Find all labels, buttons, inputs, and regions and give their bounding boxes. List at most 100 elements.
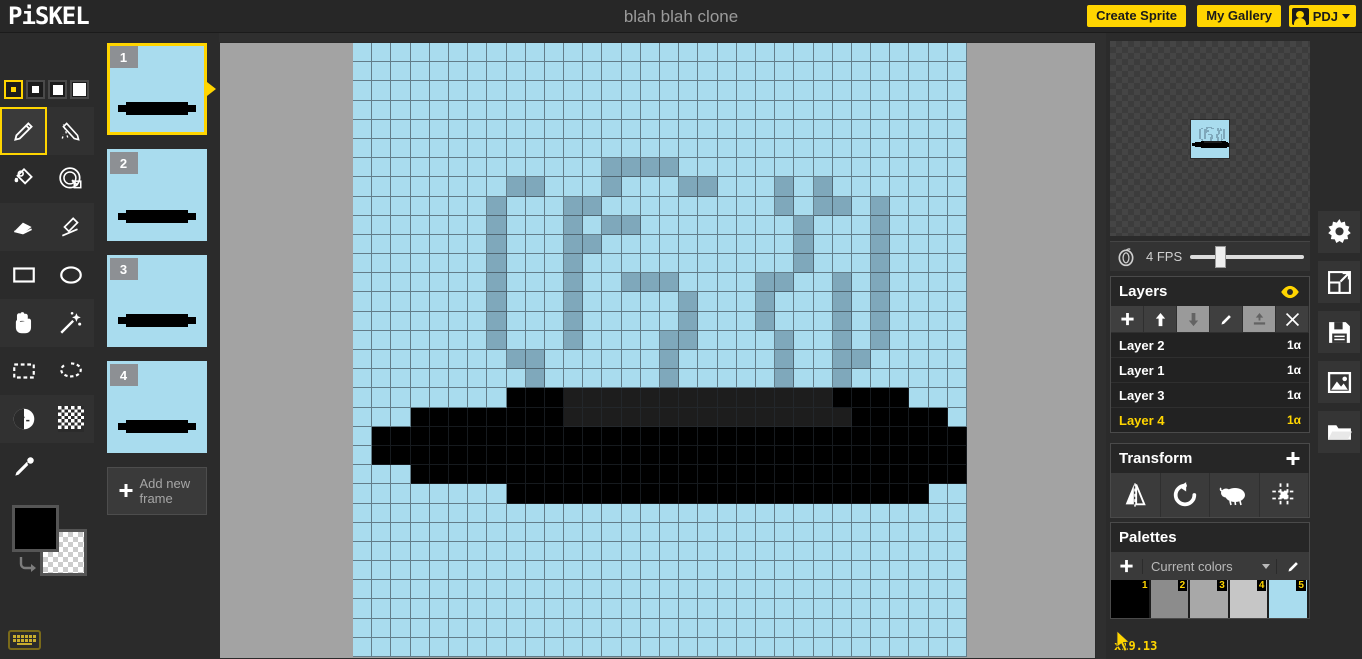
pixel-cell[interactable]	[698, 254, 718, 274]
pixel-cell[interactable]	[621, 196, 641, 216]
pixel-cell[interactable]	[928, 350, 948, 370]
pixel-cell[interactable]	[429, 580, 449, 600]
dithering-tool[interactable]	[47, 395, 94, 443]
pixel-cell[interactable]	[813, 100, 833, 120]
pen-size-1-button[interactable]	[4, 80, 23, 99]
pixel-cell[interactable]	[928, 637, 948, 657]
pixel-cell[interactable]	[372, 426, 392, 446]
pixel-cell[interactable]	[755, 445, 776, 466]
pixel-cell[interactable]	[832, 138, 852, 159]
pixel-cell[interactable]	[640, 522, 660, 542]
pixel-cell[interactable]	[564, 465, 584, 485]
frame-thumbnail-2[interactable]: 2	[106, 149, 207, 241]
pixel-cell[interactable]	[429, 484, 449, 504]
pixel-cell[interactable]	[736, 445, 756, 466]
pixel-cell[interactable]	[353, 407, 373, 427]
pixel-cell[interactable]	[429, 292, 449, 312]
pixel-cell[interactable]	[794, 62, 814, 82]
rotate-button[interactable]	[1161, 473, 1210, 517]
pixel-cell[interactable]	[468, 618, 488, 638]
pixel-cell[interactable]	[468, 81, 488, 101]
edit-palette-button[interactable]	[1277, 559, 1309, 574]
pixel-cell[interactable]	[391, 196, 411, 216]
pixel-cell[interactable]	[909, 522, 929, 542]
pixel-cell[interactable]	[928, 43, 948, 63]
pixel-cell[interactable]	[506, 100, 526, 120]
pixel-cell[interactable]	[640, 254, 660, 274]
lighten-tool[interactable]	[0, 395, 47, 443]
pixel-cell[interactable]	[928, 100, 948, 120]
pixel-cell[interactable]	[909, 388, 929, 408]
pixel-cell[interactable]	[583, 177, 603, 197]
pixel-cell[interactable]	[544, 580, 565, 600]
pixel-cell[interactable]	[468, 503, 488, 523]
pixel-cell[interactable]	[947, 465, 967, 485]
pixel-cell[interactable]	[698, 311, 718, 331]
pixel-cell[interactable]	[602, 234, 622, 255]
pixel-cell[interactable]	[372, 369, 392, 389]
pixel-cell[interactable]	[429, 254, 449, 274]
pixel-cell[interactable]	[832, 311, 852, 331]
pixel-cell[interactable]	[755, 311, 776, 331]
pixel-cell[interactable]	[564, 234, 584, 255]
pixel-cell[interactable]	[506, 637, 526, 657]
pixel-cell[interactable]	[947, 580, 967, 600]
pixel-grid-wrapper[interactable]	[353, 43, 967, 659]
pixel-cell[interactable]	[525, 637, 545, 657]
pixel-cell[interactable]	[679, 292, 699, 312]
pixel-cell[interactable]	[468, 43, 488, 63]
pixel-cell[interactable]	[755, 522, 776, 542]
pixel-cell[interactable]	[602, 503, 622, 523]
pixel-cell[interactable]	[448, 62, 469, 82]
pixel-cell[interactable]	[602, 43, 622, 63]
pixel-cell[interactable]	[602, 388, 622, 408]
pixel-cell[interactable]	[353, 503, 373, 523]
pixel-cell[interactable]	[468, 580, 488, 600]
pixel-cell[interactable]	[909, 177, 929, 197]
pixel-cell[interactable]	[813, 522, 833, 542]
pixel-cell[interactable]	[640, 292, 660, 312]
pixel-cell[interactable]	[525, 138, 545, 159]
pixel-cell[interactable]	[813, 426, 833, 446]
pixel-cell[interactable]	[794, 426, 814, 446]
pixel-cell[interactable]	[487, 484, 507, 504]
pixel-cell[interactable]	[525, 580, 545, 600]
pixel-cell[interactable]	[391, 522, 411, 542]
pixel-cell[interactable]	[660, 273, 680, 293]
pixel-cell[interactable]	[909, 350, 929, 370]
pixel-cell[interactable]	[391, 119, 411, 139]
pixel-cell[interactable]	[410, 119, 430, 139]
pixel-cell[interactable]	[794, 100, 814, 120]
pixel-cell[interactable]	[544, 618, 565, 638]
pixel-cell[interactable]	[525, 196, 545, 216]
pixel-cell[interactable]	[544, 445, 565, 466]
pixel-cell[interactable]	[775, 445, 795, 466]
pixel-cell[interactable]	[717, 503, 737, 523]
pixel-cell[interactable]	[775, 273, 795, 293]
pixel-cell[interactable]	[353, 215, 373, 235]
pixel-cell[interactable]	[468, 637, 488, 657]
pixel-cell[interactable]	[468, 426, 488, 446]
pixel-cell[interactable]	[813, 618, 833, 638]
pixel-cell[interactable]	[564, 484, 584, 504]
pixel-cell[interactable]	[487, 445, 507, 466]
pixel-cell[interactable]	[660, 561, 680, 581]
pixel-cell[interactable]	[544, 158, 565, 178]
pixel-cell[interactable]	[487, 561, 507, 581]
pixel-cell[interactable]	[410, 273, 430, 293]
pixel-cell[interactable]	[525, 158, 545, 178]
pixel-cell[interactable]	[429, 43, 449, 63]
pixel-cell[interactable]	[525, 561, 545, 581]
pixel-cell[interactable]	[851, 234, 872, 255]
pixel-cell[interactable]	[794, 234, 814, 255]
pixel-cell[interactable]	[353, 580, 373, 600]
pixel-cell[interactable]	[583, 484, 603, 504]
pixel-cell[interactable]	[640, 369, 660, 389]
pixel-cell[interactable]	[391, 637, 411, 657]
pixel-cell[interactable]	[564, 407, 584, 427]
pixel-cell[interactable]	[660, 119, 680, 139]
pixel-cell[interactable]	[621, 81, 641, 101]
pixel-cell[interactable]	[544, 138, 565, 159]
pixel-cell[interactable]	[410, 388, 430, 408]
pixel-cell[interactable]	[851, 43, 872, 63]
